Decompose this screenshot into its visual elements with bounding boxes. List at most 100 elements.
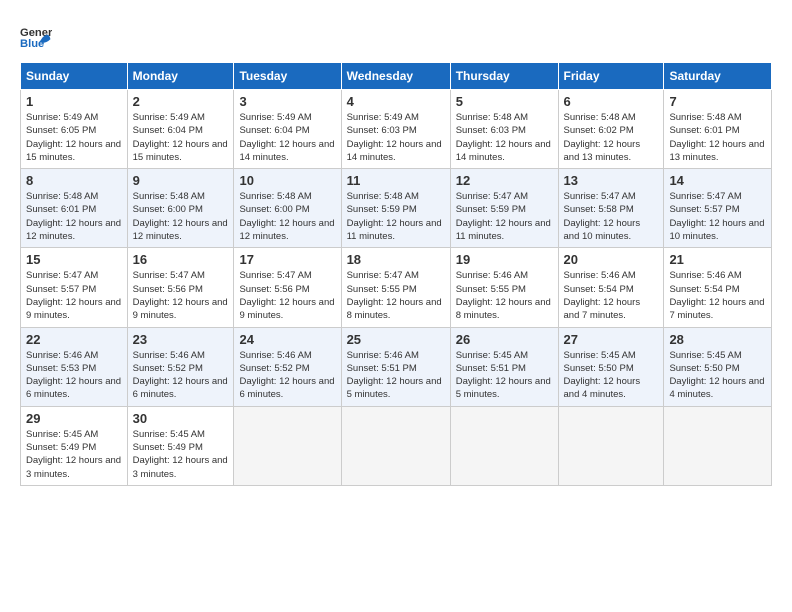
calendar-cell: 10 Sunrise: 5:48 AMSunset: 6:00 PMDayligh… [234,169,341,248]
calendar-cell: 15Sunrise: 5:47 AMSunset: 5:57 PMDayligh… [21,248,128,327]
calendar-cell: 9 Sunrise: 5:48 AMSunset: 6:00 PMDaylight… [127,169,234,248]
calendar-cell: 13 Sunrise: 5:47 AMSunset: 5:58 PMDayligh… [558,169,664,248]
day-number: 24 [239,332,335,347]
week-row-2: 8 Sunrise: 5:48 AMSunset: 6:01 PMDaylight… [21,169,772,248]
day-number: 16 [133,252,229,267]
weekday-header-monday: Monday [127,63,234,90]
weekday-header-sunday: Sunday [21,63,128,90]
calendar-cell: 1Sunrise: 5:49 AMSunset: 6:05 PMDaylight… [21,90,128,169]
calendar-cell: 21 Sunrise: 5:46 AMSunset: 5:54 PMDayligh… [664,248,772,327]
calendar-cell: 22 Sunrise: 5:46 AMSunset: 5:53 PMDayligh… [21,327,128,406]
week-row-1: 1Sunrise: 5:49 AMSunset: 6:05 PMDaylight… [21,90,772,169]
day-info: Sunrise: 5:46 AMSunset: 5:55 PMDaylight:… [456,269,553,322]
calendar-cell: 29 Sunrise: 5:45 AMSunset: 5:49 PMDayligh… [21,406,128,485]
day-number: 13 [564,173,659,188]
day-number: 8 [26,173,122,188]
day-info: Sunrise: 5:49 AMSunset: 6:03 PMDaylight:… [347,111,445,164]
day-info: Sunrise: 5:46 AMSunset: 5:52 PMDaylight:… [239,349,335,402]
day-number: 6 [564,94,659,109]
day-info: Sunrise: 5:46 AMSunset: 5:54 PMDaylight:… [669,269,766,322]
day-info: Sunrise: 5:46 AMSunset: 5:51 PMDaylight:… [347,349,445,402]
weekday-header-friday: Friday [558,63,664,90]
day-info: Sunrise: 5:48 AMSunset: 6:01 PMDaylight:… [26,190,122,243]
day-info: Sunrise: 5:46 AMSunset: 5:54 PMDaylight:… [564,269,659,322]
day-info: Sunrise: 5:48 AMSunset: 6:00 PMDaylight:… [133,190,229,243]
day-number: 19 [456,252,553,267]
day-info: Sunrise: 5:47 AMSunset: 5:57 PMDaylight:… [26,269,122,322]
day-info: Sunrise: 5:48 AMSunset: 6:00 PMDaylight:… [239,190,335,243]
calendar-cell: 3 Sunrise: 5:49 AMSunset: 6:04 PMDaylight… [234,90,341,169]
week-row-5: 29 Sunrise: 5:45 AMSunset: 5:49 PMDayligh… [21,406,772,485]
calendar-cell [664,406,772,485]
calendar-cell [341,406,450,485]
logo: General Blue [20,20,52,52]
logo-icon: General Blue [20,20,52,52]
day-number: 9 [133,173,229,188]
calendar-cell: 25 Sunrise: 5:46 AMSunset: 5:51 PMDayligh… [341,327,450,406]
day-info: Sunrise: 5:48 AMSunset: 6:01 PMDaylight:… [669,111,766,164]
day-info: Sunrise: 5:46 AMSunset: 5:53 PMDaylight:… [26,349,122,402]
calendar-cell [234,406,341,485]
svg-text:Blue: Blue [20,38,44,50]
calendar-cell: 17 Sunrise: 5:47 AMSunset: 5:56 PMDayligh… [234,248,341,327]
calendar-cell [450,406,558,485]
day-info: Sunrise: 5:45 AMSunset: 5:50 PMDaylight:… [669,349,766,402]
calendar-cell [558,406,664,485]
calendar-table: SundayMondayTuesdayWednesdayThursdayFrid… [20,62,772,486]
day-number: 2 [133,94,229,109]
day-number: 23 [133,332,229,347]
day-info: Sunrise: 5:48 AMSunset: 5:59 PMDaylight:… [347,190,445,243]
day-info: Sunrise: 5:48 AMSunset: 6:02 PMDaylight:… [564,111,659,164]
day-number: 18 [347,252,445,267]
calendar-cell: 30 Sunrise: 5:45 AMSunset: 5:49 PMDayligh… [127,406,234,485]
calendar-cell: 8 Sunrise: 5:48 AMSunset: 6:01 PMDaylight… [21,169,128,248]
day-number: 1 [26,94,122,109]
calendar-cell: 6 Sunrise: 5:48 AMSunset: 6:02 PMDaylight… [558,90,664,169]
day-info: Sunrise: 5:49 AMSunset: 6:04 PMDaylight:… [133,111,229,164]
day-number: 4 [347,94,445,109]
day-number: 25 [347,332,445,347]
day-number: 26 [456,332,553,347]
day-number: 30 [133,411,229,426]
day-number: 10 [239,173,335,188]
day-number: 27 [564,332,659,347]
day-info: Sunrise: 5:47 AMSunset: 5:56 PMDaylight:… [239,269,335,322]
day-number: 12 [456,173,553,188]
calendar-cell: 24 Sunrise: 5:46 AMSunset: 5:52 PMDayligh… [234,327,341,406]
day-info: Sunrise: 5:47 AMSunset: 5:56 PMDaylight:… [133,269,229,322]
day-number: 17 [239,252,335,267]
day-info: Sunrise: 5:47 AMSunset: 5:57 PMDaylight:… [669,190,766,243]
day-number: 11 [347,173,445,188]
calendar-cell: 7 Sunrise: 5:48 AMSunset: 6:01 PMDaylight… [664,90,772,169]
day-info: Sunrise: 5:47 AMSunset: 5:55 PMDaylight:… [347,269,445,322]
day-number: 14 [669,173,766,188]
page-header: General Blue [20,20,772,52]
calendar-cell: 18 Sunrise: 5:47 AMSunset: 5:55 PMDayligh… [341,248,450,327]
day-info: Sunrise: 5:49 AMSunset: 6:04 PMDaylight:… [239,111,335,164]
week-row-4: 22 Sunrise: 5:46 AMSunset: 5:53 PMDayligh… [21,327,772,406]
day-info: Sunrise: 5:45 AMSunset: 5:49 PMDaylight:… [133,428,229,481]
calendar-cell: 4 Sunrise: 5:49 AMSunset: 6:03 PMDaylight… [341,90,450,169]
calendar-cell: 2 Sunrise: 5:49 AMSunset: 6:04 PMDaylight… [127,90,234,169]
day-info: Sunrise: 5:45 AMSunset: 5:49 PMDaylight:… [26,428,122,481]
weekday-header-wednesday: Wednesday [341,63,450,90]
weekday-header-row: SundayMondayTuesdayWednesdayThursdayFrid… [21,63,772,90]
day-info: Sunrise: 5:45 AMSunset: 5:51 PMDaylight:… [456,349,553,402]
day-info: Sunrise: 5:45 AMSunset: 5:50 PMDaylight:… [564,349,659,402]
calendar-cell: 27 Sunrise: 5:45 AMSunset: 5:50 PMDayligh… [558,327,664,406]
calendar-cell: 12Sunrise: 5:47 AMSunset: 5:59 PMDayligh… [450,169,558,248]
day-number: 3 [239,94,335,109]
day-number: 29 [26,411,122,426]
calendar-cell: 11 Sunrise: 5:48 AMSunset: 5:59 PMDayligh… [341,169,450,248]
day-number: 7 [669,94,766,109]
day-number: 28 [669,332,766,347]
calendar-cell: 16 Sunrise: 5:47 AMSunset: 5:56 PMDayligh… [127,248,234,327]
calendar-cell: 19 Sunrise: 5:46 AMSunset: 5:55 PMDayligh… [450,248,558,327]
calendar-cell: 26 Sunrise: 5:45 AMSunset: 5:51 PMDayligh… [450,327,558,406]
day-number: 22 [26,332,122,347]
day-number: 21 [669,252,766,267]
day-info: Sunrise: 5:46 AMSunset: 5:52 PMDaylight:… [133,349,229,402]
day-info: Sunrise: 5:47 AMSunset: 5:58 PMDaylight:… [564,190,659,243]
calendar-cell: 14 Sunrise: 5:47 AMSunset: 5:57 PMDayligh… [664,169,772,248]
calendar-cell: 28 Sunrise: 5:45 AMSunset: 5:50 PMDayligh… [664,327,772,406]
